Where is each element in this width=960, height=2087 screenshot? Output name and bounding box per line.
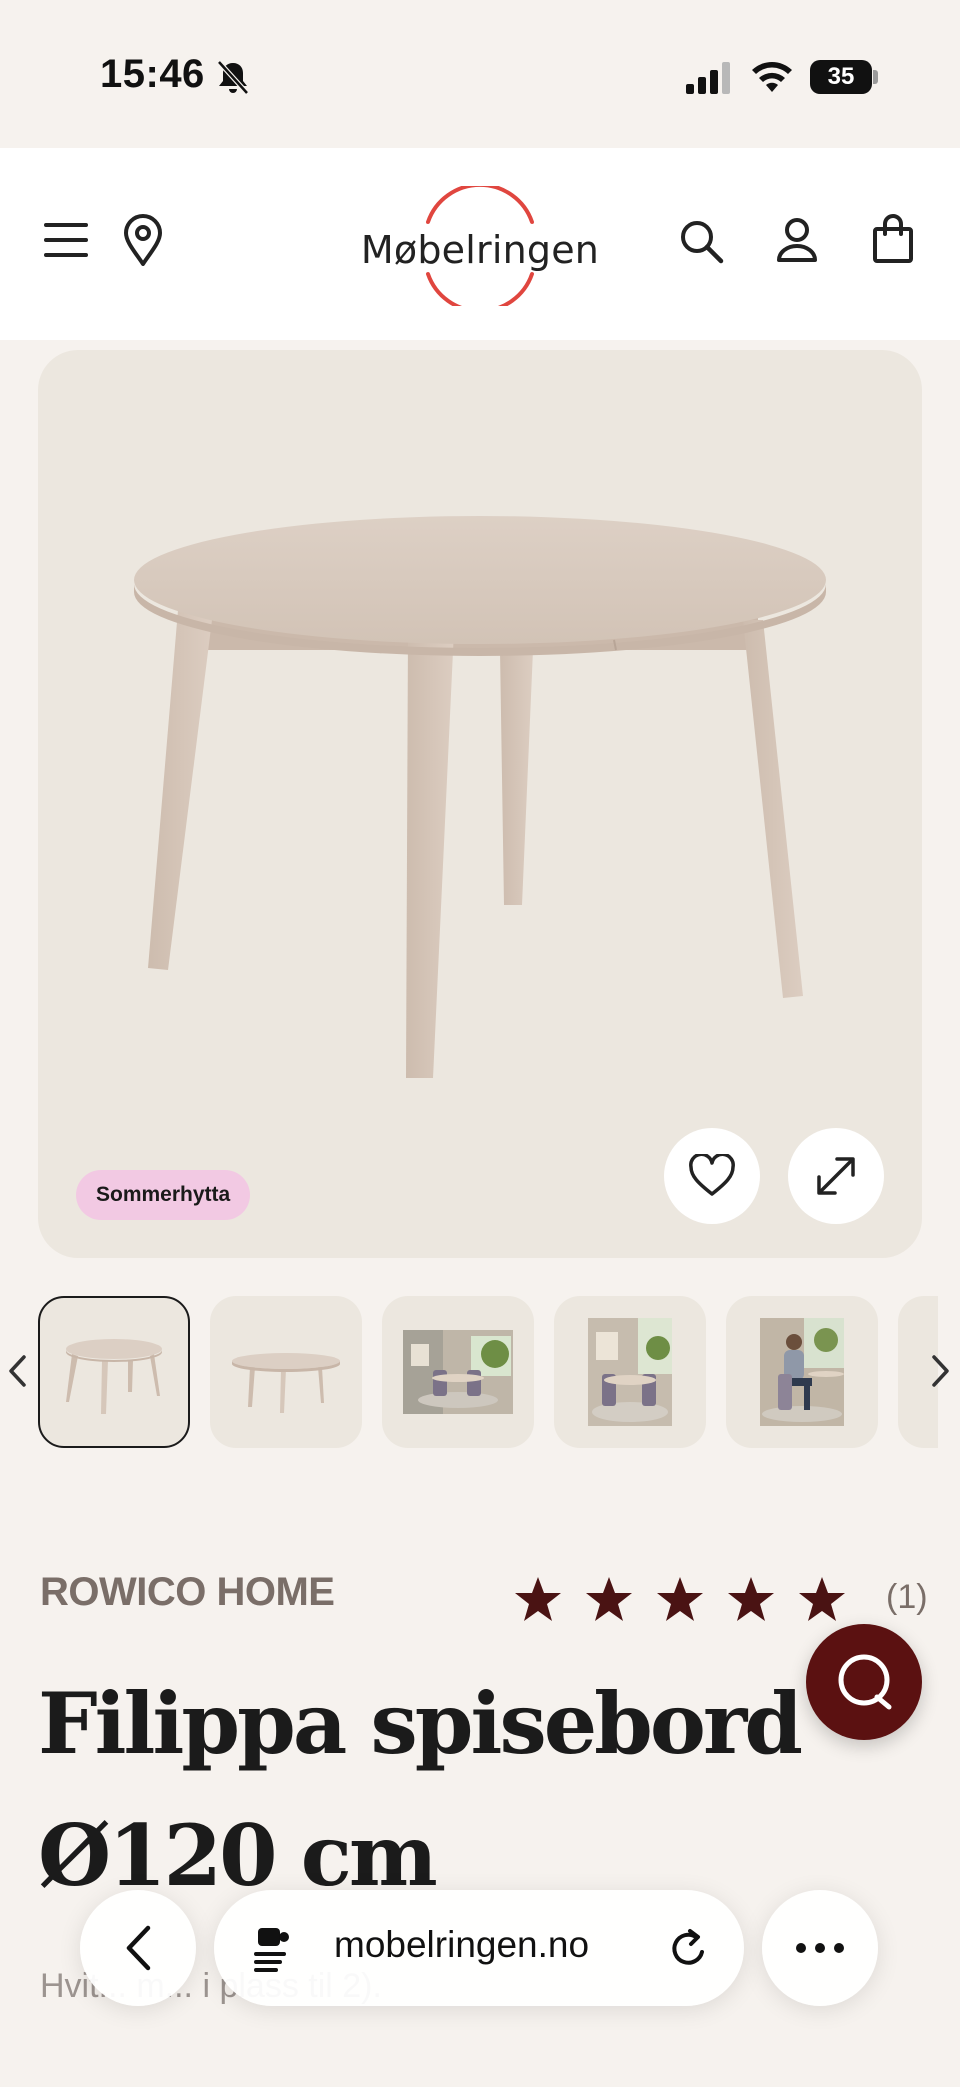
location-icon[interactable] (118, 212, 168, 268)
wifi-icon (752, 62, 792, 92)
expand-image-button[interactable] (788, 1128, 884, 1224)
thumb-table-angle[interactable] (38, 1296, 190, 1448)
menu-icon[interactable] (40, 214, 92, 266)
expand-icon (817, 1157, 855, 1195)
thumbnail-prev-button[interactable] (2, 1346, 32, 1396)
star-icon (515, 1577, 561, 1621)
thumbnail-strip (0, 1296, 960, 1450)
chevron-left-icon (126, 1925, 151, 1971)
collection-tag: Sommerhytta (76, 1170, 251, 1220)
heart-icon (689, 1154, 735, 1196)
star-icon (799, 1577, 845, 1621)
more-icon (796, 1943, 844, 1953)
thumb-table-side[interactable] (210, 1296, 362, 1448)
site-header: Møbelringen (0, 148, 960, 340)
thumb-person-seated[interactable] (726, 1296, 878, 1448)
reload-icon[interactable] (666, 1926, 712, 1972)
chevron-right-icon (932, 1355, 949, 1387)
thumb-room-scene[interactable] (382, 1296, 534, 1448)
user-icon[interactable] (772, 212, 822, 268)
chevron-left-icon (9, 1355, 26, 1387)
product-image[interactable]: Sommerhytta (38, 350, 922, 1258)
search-icon[interactable] (674, 214, 728, 268)
shopping-bag-icon[interactable] (868, 210, 918, 268)
reader-mode-icon[interactable] (250, 1924, 298, 1974)
star-icon (728, 1577, 774, 1621)
thumb-room-closeup[interactable] (554, 1296, 706, 1448)
star-icon (586, 1577, 632, 1621)
bell-off-icon (217, 60, 249, 95)
chat-button[interactable] (806, 1624, 922, 1740)
browser-back-button[interactable] (80, 1890, 196, 2006)
product-title: Filippa spisebord Ø120 cm (38, 1674, 803, 1905)
favorite-button[interactable] (664, 1128, 760, 1224)
rating-stars[interactable] (512, 1570, 867, 1630)
battery-indicator: 35 (810, 60, 872, 94)
chat-icon (838, 1654, 892, 1710)
star-icon (657, 1577, 703, 1621)
thumbnail-next-button[interactable] (926, 1346, 956, 1396)
brand-name[interactable]: ROWICO HOME (40, 1570, 335, 1615)
logo-text: Møbelringen (360, 228, 600, 272)
signal-icon (686, 62, 730, 94)
review-count[interactable]: (1) (886, 1578, 928, 1617)
site-logo[interactable]: Møbelringen (360, 186, 600, 306)
address-bar[interactable]: mobelringen.no (214, 1890, 744, 2006)
table-illustration (134, 516, 826, 1078)
browser-more-button[interactable] (762, 1890, 878, 2006)
status-bar: 15:46 35 (0, 0, 960, 148)
status-time: 15:46 (100, 52, 205, 96)
battery-tip (873, 70, 878, 84)
url-text: mobelringen.no (334, 1924, 590, 1965)
